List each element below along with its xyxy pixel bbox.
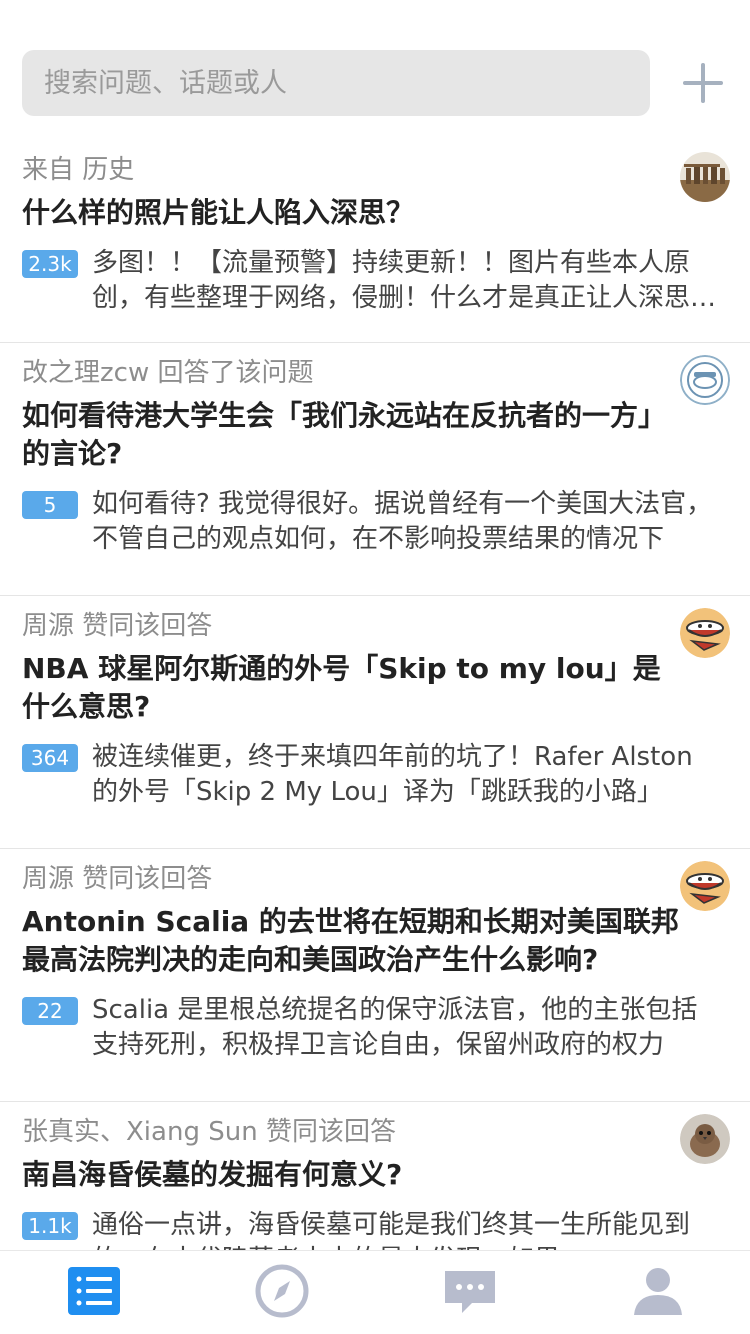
feed-icon[interactable] (66, 1263, 122, 1319)
vote-count-badge: 1.1k (22, 1212, 78, 1240)
cartoon-avatar[interactable] (680, 861, 730, 911)
question-title[interactable]: Antonin Scalia 的去世将在短期和长期对美国联邦最高法院判决的走向和… (22, 903, 682, 979)
feed-card[interactable]: 周源 赞同该回答 NBA 球星阿尔斯通的外号「Skip to my lou」是什… (0, 596, 750, 849)
feed-card[interactable]: 张真实、Xiang Sun 赞同该回答 南昌海昏侯墓的发掘有何意义? 1.1k … (0, 1102, 750, 1250)
question-title[interactable]: 什么样的照片能让人陷入深思？ (22, 194, 682, 232)
question-title[interactable]: NBA 球星阿尔斯通的外号「Skip to my lou」是什么意思? (22, 650, 682, 726)
answer-excerpt[interactable]: 通俗一点讲，海昏侯墓可能是我们终其一生所能见到的，在古代陵墓考古中的最大发现。如… (92, 1208, 720, 1250)
question-title[interactable]: 如何看待港大学生会「我们永远站在反抗者的一方」的言论? (22, 397, 682, 473)
search-input[interactable] (22, 50, 650, 116)
vote-count-badge: 5 (22, 491, 78, 519)
vote-count-badge: 2.3k (22, 250, 78, 278)
badge-logo-avatar[interactable] (680, 355, 730, 405)
feed-source[interactable]: 张真实、Xiang Sun 赞同该回答 (22, 1112, 720, 1152)
answer-excerpt[interactable]: 被连续催更，终于来填四年前的坑了！Rafer Alston 的外号「Skip 2… (92, 740, 720, 810)
top-bar (0, 0, 750, 140)
answer-excerpt[interactable]: Scalia 是里根总统提名的保守派法官，他的主张包括支持死刑，积极捍卫言论自由… (92, 993, 720, 1063)
compass-icon[interactable] (254, 1263, 310, 1319)
message-icon[interactable] (442, 1263, 498, 1319)
question-title[interactable]: 南昌海昏侯墓的发掘有何意义? (22, 1156, 682, 1194)
vote-count-badge: 22 (22, 997, 78, 1025)
vote-count-badge: 364 (22, 744, 78, 772)
feed-card[interactable]: 来自 历史 什么样的照片能让人陷入深思？ 2.3k 多图！！【流量预警】持续更新… (0, 140, 750, 343)
cartoon-avatar[interactable] (680, 608, 730, 658)
feed-source[interactable]: 周源 赞同该回答 (22, 859, 720, 899)
profile-icon[interactable] (630, 1263, 686, 1319)
feed-card[interactable]: 改之理zcw 回答了该问题 如何看待港大学生会「我们永远站在反抗者的一方」的言论… (0, 343, 750, 596)
bird-avatar[interactable] (680, 1114, 730, 1164)
add-icon[interactable] (680, 60, 726, 106)
tab-bar (0, 1250, 750, 1334)
feed-card[interactable]: 周源 赞同该回答 Antonin Scalia 的去世将在短期和长期对美国联邦最… (0, 849, 750, 1102)
answer-excerpt[interactable]: 如何看待? 我觉得很好。据说曾经有一个美国大法官，不管自己的观点如何，在不影响投… (92, 487, 720, 557)
ruins-avatar[interactable] (680, 152, 730, 202)
feed-source[interactable]: 周源 赞同该回答 (22, 606, 720, 646)
feed-source[interactable]: 改之理zcw 回答了该问题 (22, 353, 720, 393)
feed-list: 来自 历史 什么样的照片能让人陷入深思？ 2.3k 多图！！【流量预警】持续更新… (0, 140, 750, 1250)
answer-excerpt[interactable]: 多图！！【流量预警】持续更新！！图片有些本人原创，有些整理于网络，侵删！什么才是… (92, 246, 720, 316)
feed-source[interactable]: 来自 历史 (22, 150, 720, 190)
